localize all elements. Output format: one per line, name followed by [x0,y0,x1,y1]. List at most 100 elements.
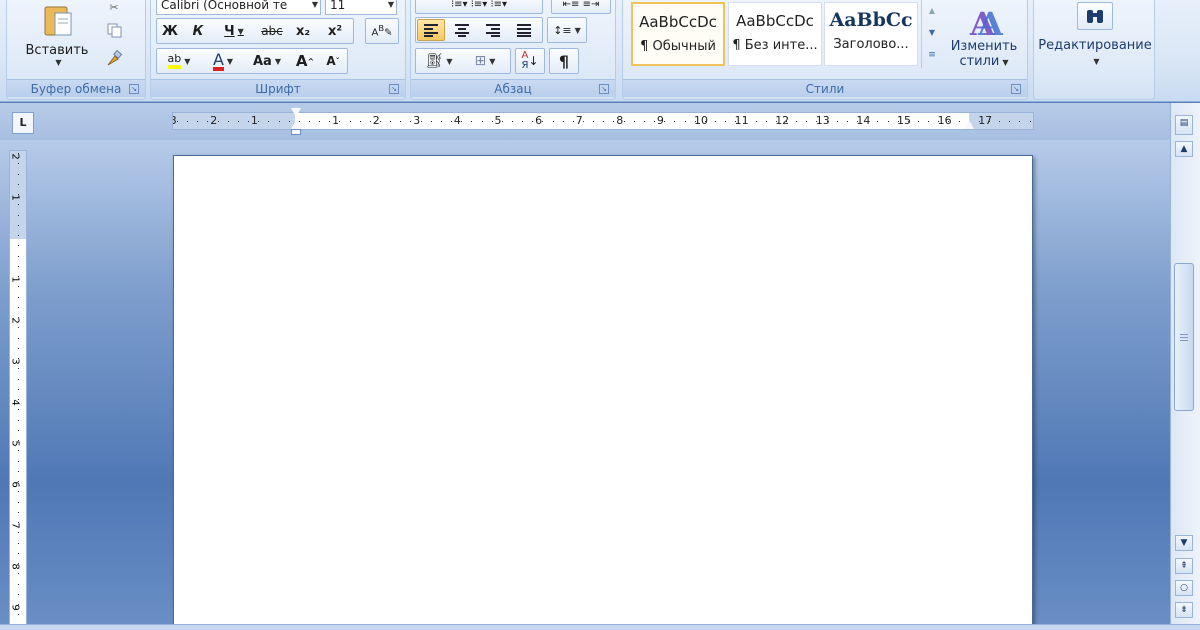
right-indent-marker[interactable] [964,120,974,129]
ruler-tick [451,121,453,122]
borders-button[interactable]: ⊞ ▼ [463,50,507,72]
first-line-indent-marker[interactable] [291,108,301,117]
ruler-tick [380,121,381,122]
italic-button[interactable]: К [186,20,210,42]
hanging-indent-marker[interactable] [291,120,301,129]
ruler-tick [1009,121,1011,122]
line-spacing-button[interactable]: ↕≡ ▼ [547,17,587,43]
ruler-tick [390,121,392,122]
ruler-tick [481,121,483,122]
align-center-button[interactable] [448,19,476,41]
previous-page-button[interactable]: ⇞ [1175,558,1193,574]
justify-button[interactable] [510,19,538,41]
scroll-up-button[interactable]: ▲ [1175,141,1193,157]
sort-button[interactable]: A Я ↓ [515,48,545,74]
ruler-tick [18,235,19,236]
format-painter-button[interactable] [103,48,125,70]
ruler-tick [857,121,859,122]
ruler-number: 8 [616,114,624,127]
status-bar [0,624,1200,630]
paragraph-dialog-launcher[interactable]: ↘ [599,84,609,94]
gallery-more-button[interactable]: ≡ [923,44,941,66]
change-styles-button[interactable]: A A Изменить стили ▼ [945,0,1023,74]
left-indent-marker[interactable] [291,129,301,135]
view-ruler-button[interactable]: ▤ [1175,115,1193,135]
chevron-down-icon: ▼ [226,56,234,66]
ruler-tick [18,368,19,370]
ruler-tick [349,121,351,122]
gallery-up-button[interactable]: ▲ [923,0,941,20]
font-dialog-launcher[interactable]: ↘ [389,84,399,94]
ruler-tick [664,121,666,122]
underline-button[interactable]: Ч ▼ [214,20,254,42]
style-no-spacing[interactable]: AaBbCcDc ¶ Без инте... [728,2,822,66]
styles-gallery-scroller: ▲ ▼ ≡ [921,0,941,68]
chevron-down-icon: ▼ [489,56,496,66]
clear-formatting-icon: AB✎ [371,23,393,39]
font-size-select[interactable]: 11 ▼ [325,0,397,15]
editing-button[interactable]: Редактирование ▼ [1038,0,1152,74]
ruler-tick [714,121,716,122]
font-family-select[interactable]: Calibri (Основной те ▼ [156,0,321,15]
binoculars-icon [1077,2,1113,30]
shading-button[interactable]: ⛽︎ ▼ [417,50,461,72]
ruler-tick [522,121,524,122]
align-right-button[interactable] [479,19,507,41]
double-chevron-down-icon: ⇟ [1180,605,1188,615]
style-heading-1[interactable]: AaBbCc Заголово... [824,2,918,66]
ruler-tick [542,121,544,122]
gallery-down-button[interactable]: ▼ [923,22,941,42]
ribbon: Вставить ▼ ✂ Буфер обмена ↘ Calibri (Осн… [0,0,1200,102]
align-left-button[interactable] [417,19,445,41]
grow-font-button[interactable]: A ^ [293,50,317,72]
copy-button[interactable] [103,20,125,40]
chevron-down-icon: ▼ [446,56,453,66]
ruler-tick [989,121,990,122]
ruler-tick [18,409,19,411]
show-formatting-button[interactable]: ¶ [549,48,579,74]
shrink-font-button[interactable]: Aˇ [321,50,345,72]
styles-dialog-launcher[interactable]: ↘ [1011,84,1021,94]
ruler-tick [684,121,686,122]
clipboard-dialog-launcher[interactable]: ↘ [129,84,139,94]
superscript-button[interactable]: x² [321,20,349,42]
ruler-tick [633,121,635,122]
bold-button[interactable]: Ж [158,20,182,42]
scroll-thumb[interactable] [1174,263,1194,411]
borders-icon: ⊞ [474,53,487,69]
font-color-button[interactable]: A ▼ [203,50,243,72]
clear-formatting-button[interactable]: AB✎ [365,18,399,44]
ruler-tick [18,563,19,564]
document-page[interactable] [173,155,1033,630]
vertical-scrollbar[interactable]: ▤ ▲ ▼ ⇞ ○ ⇟ [1170,103,1200,630]
style-normal[interactable]: AaBbCcDc ¶ Обычный [631,2,725,66]
ruler-number: 17 [978,114,993,127]
chevron-up-icon: ▲ [1180,144,1188,154]
clipboard-group-label: Буфер обмена [7,79,145,97]
change-case-button[interactable]: Aa ▼ [247,50,287,72]
ruler-tick [18,440,19,441]
highlight-button[interactable]: ab ▼ [158,50,200,72]
sort-icon: AЯ [521,50,529,71]
ruler-number: 16 [937,114,952,127]
select-browse-object-button[interactable]: ○ [1175,580,1193,596]
scroll-down-button[interactable]: ▼ [1175,535,1193,551]
ruler-tick [18,245,19,247]
horizontal-ruler[interactable]: 3211234567891011121314151617 [172,112,1034,130]
font-group-label: Шрифт [151,79,405,97]
ruler-tick [917,121,919,122]
ruler-tick [796,121,798,122]
ruler-tick [18,511,19,513]
ruler-tick [187,121,189,122]
highlighter-icon: ab [167,53,182,69]
cut-button[interactable]: ✂ [103,0,125,14]
subscript-button[interactable]: x₂ [289,20,317,42]
strikethrough-button[interactable]: abc [257,20,287,42]
next-page-button[interactable]: ⇟ [1175,602,1193,618]
styles-group-label: Стили [623,79,1027,97]
ruler-number: 12 [775,114,790,127]
paste-button[interactable]: Вставить ▼ [21,0,93,72]
tab-selector-button[interactable]: L [12,112,34,134]
vertical-ruler[interactable]: 2 1 1 2 3 4 5 6 7 8 9 [9,150,27,628]
font-color-icon: A [212,49,224,71]
